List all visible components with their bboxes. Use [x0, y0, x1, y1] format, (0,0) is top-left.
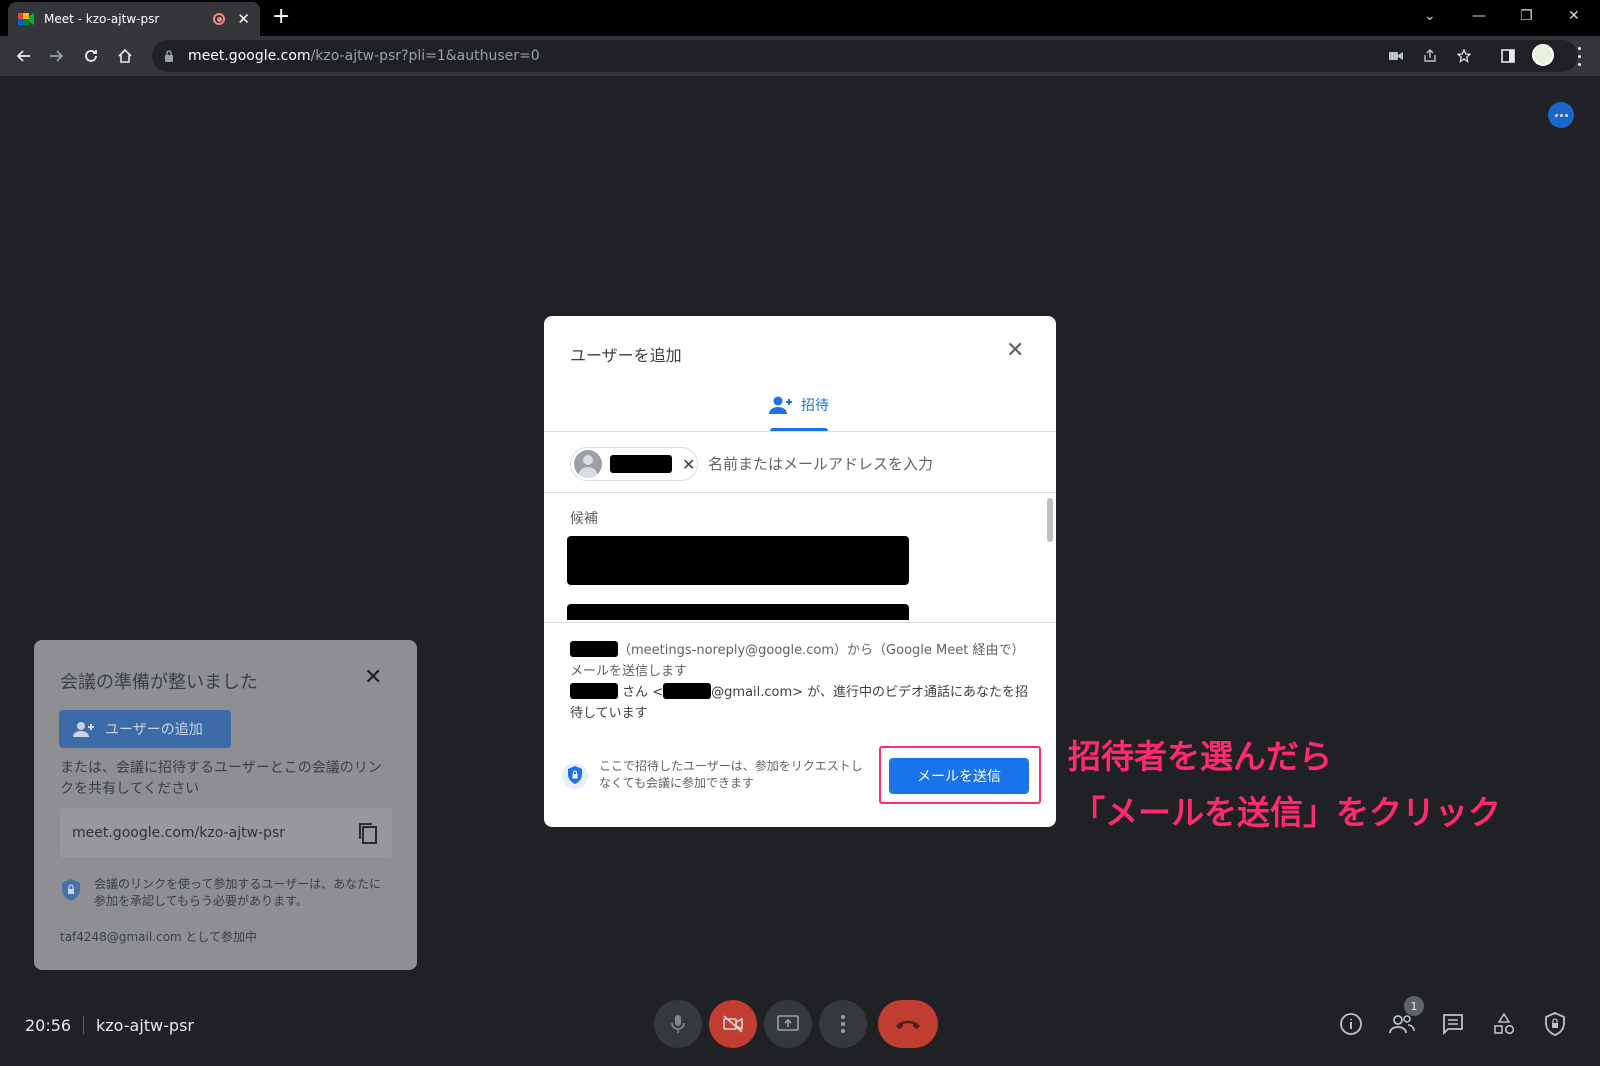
minimize-button[interactable]: —	[1472, 8, 1486, 24]
selected-recipient-chip[interactable]: ✕	[570, 447, 698, 481]
add-user-label: ユーザーの追加	[105, 722, 203, 738]
shield-icon	[62, 879, 80, 901]
divider	[544, 431, 1056, 432]
add-person-icon	[73, 722, 94, 737]
camera-icon[interactable]	[1388, 48, 1404, 64]
share-instructions: または、会議に招待するユーザーとこの会議のリンクを共有してください	[60, 760, 382, 797]
meet-favicon-icon	[18, 13, 34, 25]
copy-icon[interactable]	[358, 822, 378, 844]
tab-close-icon[interactable]: ✕	[237, 11, 250, 27]
present-screen-button[interactable]	[764, 1000, 812, 1048]
url-host: meet.google.com	[188, 48, 311, 64]
microphone-button[interactable]	[654, 1000, 702, 1048]
lock-icon	[162, 49, 176, 63]
side-panel-icon[interactable]	[1500, 48, 1516, 64]
add-person-icon	[769, 396, 792, 414]
browser-tab-bar: Meet - kzo-ajtw-psr ✕ + ⌄ — ❐ ✕	[0, 0, 1600, 36]
reload-button[interactable]	[79, 44, 103, 68]
divider	[83, 1016, 84, 1034]
meeting-code: kzo-ajtw-psr	[96, 1016, 194, 1035]
meeting-ready-panel: 会議の準備が整いました ✕ ユーザーの追加 または、会議に招待するユーザーとこの…	[34, 640, 417, 970]
suggestion-item[interactable]	[567, 536, 909, 585]
browser-tab[interactable]: Meet - kzo-ajtw-psr ✕	[8, 2, 260, 36]
hang-up-icon	[896, 1020, 920, 1029]
clock: 20:56	[25, 1016, 72, 1035]
name-or-email-input[interactable]	[708, 449, 1028, 479]
more-vert-icon	[841, 1015, 845, 1033]
add-user-button[interactable]: ユーザーの追加	[59, 710, 231, 748]
sender-message: （meetings-noreply@google.com）から（Google M…	[570, 640, 1030, 682]
invite-message-a: さん <	[622, 685, 664, 700]
home-button[interactable]	[113, 44, 137, 68]
present-icon	[777, 1015, 799, 1031]
redacted-email	[663, 683, 712, 699]
browser-menu-icon[interactable]	[1574, 44, 1584, 68]
more-options-button[interactable]	[819, 1000, 867, 1048]
address-bar[interactable]: meet.google.com /kzo-ajtw-psr?pli=1&auth…	[152, 40, 1578, 72]
back-button[interactable]	[11, 44, 35, 68]
recording-indicator-icon	[213, 13, 226, 25]
profile-avatar[interactable]	[1532, 44, 1554, 66]
activities-icon[interactable]	[1491, 1011, 1517, 1037]
suggestion-item[interactable]	[567, 604, 909, 620]
suggestions-scrollbar[interactable]	[1047, 498, 1053, 542]
highlight-box	[879, 746, 1041, 804]
divider	[544, 492, 1056, 493]
tab-title: Meet - kzo-ajtw-psr	[44, 12, 160, 26]
approval-note: 会議のリンクを使って参加するユーザーは、あなたに参加を承認してもらう必要がありま…	[94, 877, 382, 908]
privacy-note: ここで招待したユーザーは、参加をリクエストしなくても会議に参加できます	[599, 759, 863, 790]
bookmark-star-icon[interactable]	[1456, 48, 1472, 64]
avatar	[574, 450, 602, 478]
host-controls-icon[interactable]	[1542, 1011, 1568, 1037]
annotation-line2: 「メールを送信」をクリック	[1072, 793, 1501, 832]
redacted-name	[570, 641, 618, 657]
tab-search-icon[interactable]: ⌄	[1424, 8, 1436, 24]
participants-icon[interactable]	[1389, 1011, 1415, 1037]
more-options-icon[interactable]	[1548, 102, 1574, 128]
joined-as-text: taf4248@gmail.com として参加中	[60, 930, 258, 944]
ready-panel-title: 会議の準備が整いました	[60, 672, 258, 693]
leave-call-button[interactable]	[878, 1000, 938, 1048]
chat-icon[interactable]	[1440, 1011, 1466, 1037]
meeting-link-text: meet.google.com/kzo-ajtw-psr	[72, 825, 286, 841]
invite-message: さん < @gmail.com> が、進行中のビデオ通話にあなたを招待しています	[570, 682, 1030, 724]
browser-toolbar: meet.google.com /kzo-ajtw-psr?pli=1&auth…	[0, 36, 1600, 76]
forward-button[interactable]	[45, 44, 69, 68]
redacted-name	[570, 683, 618, 699]
ready-panel-close-icon[interactable]: ✕	[364, 667, 382, 689]
suggestions-label: 候補	[570, 511, 598, 527]
camera-toggle-button[interactable]	[709, 1000, 757, 1048]
tab-invite-label: 招待	[801, 398, 829, 414]
new-tab-button[interactable]: +	[272, 6, 290, 28]
redacted-name	[610, 455, 672, 473]
camera-off-icon	[723, 1015, 743, 1033]
meeting-link-field: meet.google.com/kzo-ajtw-psr	[60, 808, 392, 858]
tab-invite[interactable]: 招待	[769, 394, 829, 416]
sender-message-text: （meetings-noreply@google.com）から（Google M…	[570, 643, 1025, 679]
url-path: /kzo-ajtw-psr?pli=1&authuser=0	[310, 48, 540, 64]
meeting-info-icon[interactable]	[1338, 1011, 1364, 1037]
dialog-close-icon[interactable]: ✕	[1006, 340, 1024, 362]
annotation-line1: 招待者を選んだら	[1068, 737, 1332, 776]
microphone-icon	[671, 1015, 685, 1033]
restore-button[interactable]: ❐	[1520, 8, 1533, 24]
shield-icon	[562, 763, 588, 789]
close-window-button[interactable]: ✕	[1568, 8, 1580, 24]
divider	[544, 622, 1056, 623]
remove-chip-icon[interactable]: ✕	[682, 455, 695, 474]
dialog-title: ユーザーを追加	[570, 346, 682, 365]
share-icon[interactable]	[1422, 48, 1438, 64]
